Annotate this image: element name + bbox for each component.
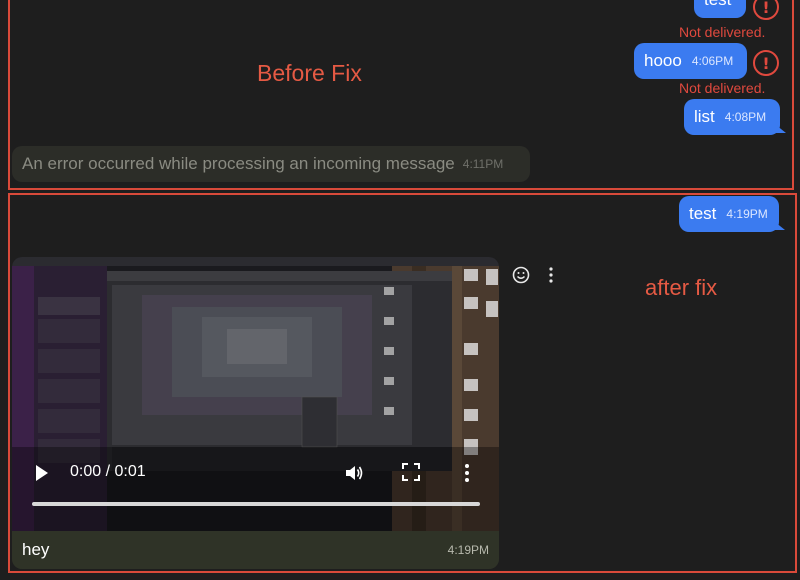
caption-text: hey [22, 540, 50, 559]
after-fix-label: after fix [645, 275, 718, 300]
video-time-display: 0:00 / 0:01 [70, 463, 146, 480]
video-frame-thumbnail [12, 257, 499, 531]
outgoing-message-hooo[interactable]: hooo 4:06PM [634, 43, 747, 79]
error-icon[interactable]: ! [753, 50, 779, 76]
message-text: list [694, 107, 715, 126]
error-message-text: An error occurred while processing an in… [22, 154, 455, 173]
outgoing-message-test[interactable]: test [694, 0, 746, 18]
message-timestamp: 4:11PM [462, 157, 504, 171]
message-text: test [689, 204, 717, 223]
message-text: hooo [644, 51, 682, 70]
message-timestamp: 4:19PM [726, 207, 768, 221]
incoming-error-message: An error occurred while processing an in… [12, 146, 530, 182]
before-fix-label: Before Fix [257, 60, 362, 86]
more-vertical-icon[interactable] [548, 267, 554, 288]
play-icon[interactable] [36, 465, 48, 481]
more-vertical-icon[interactable] [464, 463, 470, 483]
error-glyph: ! [762, 53, 770, 73]
not-delivered-label: Not delivered. [679, 24, 766, 40]
error-glyph: ! [762, 0, 770, 17]
video-player[interactable]: 0:00 / 0:01 [12, 257, 499, 531]
media-message[interactable]: 0:00 / 0:01 hey 4:19PM [12, 257, 499, 569]
volume-icon[interactable] [344, 463, 364, 483]
smiley-icon[interactable] [512, 266, 530, 289]
message-timestamp: 4:06PM [691, 54, 734, 68]
message-text: test [704, 0, 731, 10]
message-timestamp: 4:08PM [724, 110, 767, 124]
outgoing-message-list[interactable]: list 4:08PM [684, 99, 786, 135]
media-caption: hey 4:19PM [12, 531, 499, 569]
outgoing-message-test-after[interactable]: test 4:19PM [679, 196, 785, 232]
fullscreen-icon[interactable] [402, 463, 420, 481]
message-timestamp: 4:19PM [447, 543, 489, 557]
seek-bar[interactable] [32, 502, 480, 506]
not-delivered-label: Not delivered. [679, 80, 766, 96]
